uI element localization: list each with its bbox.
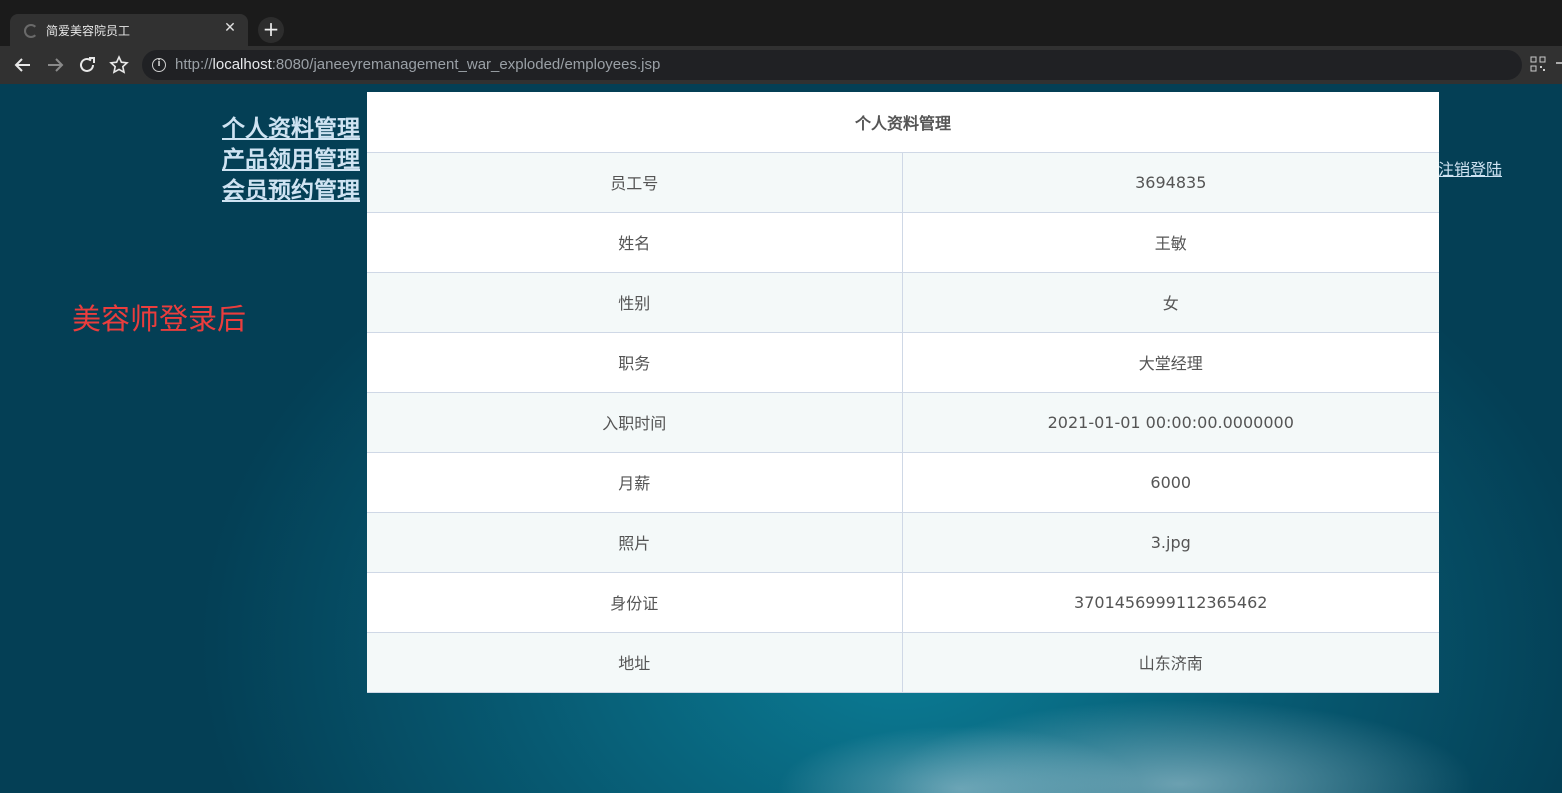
field-value: 2021-01-01 00:00:00.0000000 — [901, 391, 1439, 453]
field-label: 月薪 — [367, 451, 903, 513]
url-text: http://localhost:8080/janeeyremanagement… — [175, 56, 661, 73]
field-value: 3694835 — [901, 151, 1439, 213]
side-nav: 个人资料管理 产品领用管理 会员预约管理 — [222, 114, 360, 207]
annotation-text: 美容师登录后 — [72, 302, 247, 336]
nav-link-member-booking[interactable]: 会员预约管理 — [222, 176, 360, 207]
table-row: 性别女 — [367, 271, 1439, 333]
browser-tab[interactable]: 简爱美容院员工 ✕ — [10, 14, 248, 46]
field-label: 入职时间 — [367, 391, 903, 453]
field-value: 6000 — [901, 451, 1439, 513]
browser-tab-strip: 简爱美容院员工 ✕ + — [0, 0, 1562, 46]
nav-link-profile[interactable]: 个人资料管理 — [222, 114, 360, 145]
reload-icon[interactable] — [76, 54, 98, 76]
new-tab-button[interactable]: + — [258, 17, 284, 43]
field-label: 地址 — [367, 631, 903, 693]
tab-close-icon[interactable]: ✕ — [222, 20, 238, 36]
field-value: 王敏 — [901, 211, 1439, 273]
table-title: 个人资料管理 — [367, 92, 1439, 153]
back-arrow-icon[interactable] — [12, 54, 34, 76]
table-row: 身份证 370145699911236546​2 — [367, 571, 1439, 633]
browser-toolbar: i http://localhost:8080/janeeyremanageme… — [0, 46, 1562, 84]
loading-favicon-icon — [24, 24, 38, 38]
table-row: 地址 山东济南 — [367, 631, 1439, 693]
bookmark-star-icon[interactable] — [108, 54, 130, 76]
site-info-icon[interactable]: i — [152, 58, 166, 72]
forward-arrow-icon[interactable] — [44, 54, 66, 76]
field-label: 姓名 — [367, 211, 903, 273]
table-row: 月薪 6000 — [367, 451, 1439, 513]
tab-title: 简爱美容院员工 — [46, 24, 131, 38]
field-value: 女 — [901, 271, 1439, 333]
table-row: 照片 3.jpg — [367, 511, 1439, 573]
menu-icon[interactable] — [1556, 62, 1562, 64]
field-label: 照片 — [367, 511, 903, 573]
table-row: 员工号 3694835 — [367, 151, 1439, 213]
table-row: 职务 大堂经理 — [367, 331, 1439, 393]
field-label: 员工号 — [367, 151, 903, 213]
field-label: 职务 — [367, 331, 903, 393]
field-value: 3.jpg — [901, 511, 1439, 573]
logout-link[interactable]: 注销登陆 — [1438, 156, 1502, 180]
address-bar[interactable]: i http://localhost:8080/janeeyremanageme… — [142, 50, 1522, 80]
field-label: 性别 — [367, 271, 903, 333]
field-value: 山东济南 — [901, 631, 1439, 693]
field-value: 大堂经理 — [901, 331, 1439, 393]
page-body: 个人资料管理 产品领用管理 会员预约管理 注销登陆 美容师登录后 个人资料管理 … — [0, 84, 1562, 793]
table-row: 入职时间 2021-01-01 00:00:00.0000000 — [367, 391, 1439, 453]
field-label: 身份证 — [367, 571, 903, 633]
nav-link-product-usage[interactable]: 产品领用管理 — [222, 145, 360, 176]
qr-code-icon[interactable] — [1530, 56, 1546, 72]
profile-table: 个人资料管理 员工号 3694835 姓名 王敏 性别女职务 大堂经理 入职时间 2021-0… — [367, 92, 1439, 693]
field-value: 370145699911236546​2 — [901, 571, 1439, 633]
table-row: 姓名 王敏 — [367, 211, 1439, 273]
